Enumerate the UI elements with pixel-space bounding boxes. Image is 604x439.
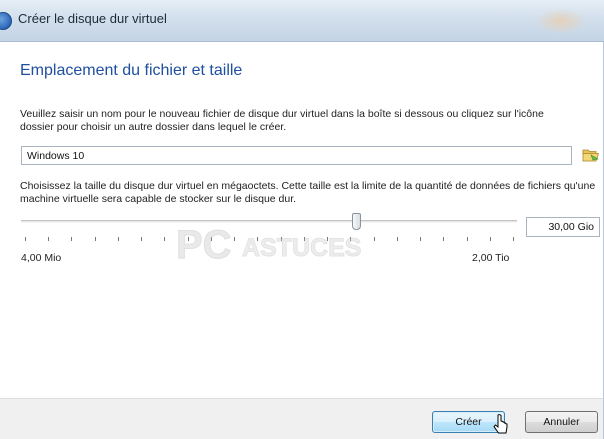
slider-tick <box>513 237 514 241</box>
slider-tick <box>164 237 165 241</box>
file-location-description: Veuillez saisir un nom pour le nouveau f… <box>20 108 544 133</box>
disk-size-slider[interactable] <box>21 210 517 250</box>
slider-tick <box>71 237 72 241</box>
slider-tick <box>188 237 189 241</box>
page-heading: Emplacement du fichier et taille <box>20 62 243 79</box>
slider-thumb[interactable] <box>351 213 361 230</box>
create-virtual-disk-dialog: Créer le disque dur virtuel Emplacement … <box>0 0 604 439</box>
slider-tick <box>48 237 49 241</box>
window-title: Créer le disque dur virtuel <box>18 11 167 26</box>
slider-tick <box>281 237 282 241</box>
slider-tick <box>350 237 351 241</box>
slider-track <box>21 220 517 223</box>
slider-tick <box>443 237 444 241</box>
cancel-button[interactable]: Annuler <box>525 411 598 433</box>
slider-tick <box>467 237 468 241</box>
slider-tick <box>490 237 491 241</box>
slider-tick <box>95 237 96 241</box>
title-bar-glow <box>536 8 586 34</box>
slider-tick <box>211 237 212 241</box>
disk-size-input[interactable] <box>526 217 600 237</box>
slider-tick <box>118 237 119 241</box>
file-name-input[interactable] <box>21 146 572 165</box>
slider-tick <box>374 237 375 241</box>
slider-tick <box>141 237 142 241</box>
slider-tick <box>397 237 398 241</box>
slider-tick <box>257 237 258 241</box>
dialog-footer <box>0 398 603 439</box>
slider-tick <box>234 237 235 241</box>
slider-tick <box>327 237 328 241</box>
choose-folder-button[interactable] <box>582 146 600 164</box>
slider-min-label: 4,00 Mio <box>21 252 62 264</box>
disk-size-description: Choisissez la taille du disque dur virtu… <box>20 180 596 205</box>
slider-tick <box>420 237 421 241</box>
folder-open-icon <box>582 149 600 162</box>
create-button[interactable]: Créer <box>432 411 505 433</box>
title-bar[interactable]: Créer le disque dur virtuel <box>0 0 604 42</box>
slider-tick <box>304 237 305 241</box>
virtualbox-icon <box>0 12 12 30</box>
slider-tick <box>25 237 26 241</box>
slider-max-label: 2,00 Tio <box>472 252 510 264</box>
